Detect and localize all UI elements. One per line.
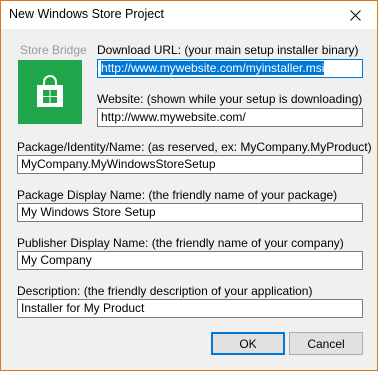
- package-identity-name-value: MyCompany.MyWindowsStoreSetup: [21, 157, 216, 171]
- cancel-button[interactable]: Cancel: [289, 332, 363, 355]
- website-label: Website: (shown while your setup is down…: [97, 92, 363, 106]
- package-identity-name-label: Package/Identity/Name: (as reserved, ex:…: [17, 140, 372, 154]
- website-value: http://www.mywebsite.com/: [101, 110, 246, 124]
- close-button[interactable]: [333, 1, 377, 29]
- description-value: Installer for My Product: [21, 301, 145, 315]
- close-icon: [349, 9, 361, 21]
- package-display-name-value: My Windows Store Setup: [21, 205, 156, 219]
- store-logo-tile: [18, 60, 82, 124]
- ok-button[interactable]: OK: [211, 332, 285, 355]
- description-label: Description: (the friendly description o…: [17, 284, 313, 298]
- download-url-input[interactable]: http://www.mywebsite.com/myinstaller.msi: [97, 59, 363, 78]
- download-url-label: Download URL: (your main setup installer…: [97, 43, 359, 57]
- dialog-window: New Windows Store Project Store Bridge D…: [0, 0, 378, 371]
- package-display-name-label: Package Display Name: (the friendly name…: [17, 188, 338, 202]
- package-display-name-input[interactable]: My Windows Store Setup: [17, 203, 363, 222]
- description-input[interactable]: Installer for My Product: [17, 299, 363, 318]
- download-url-value: http://www.mywebsite.com/myinstaller.msi: [101, 61, 325, 75]
- title-bar[interactable]: New Windows Store Project: [1, 1, 377, 29]
- dialog-content: Store Bridge Download URL: (your main se…: [1, 29, 377, 370]
- shopping-bag-windows-icon: [37, 75, 63, 107]
- website-input[interactable]: http://www.mywebsite.com/: [97, 108, 363, 127]
- publisher-display-name-label: Publisher Display Name: (the friendly na…: [17, 236, 344, 250]
- window-title: New Windows Store Project: [9, 7, 164, 21]
- publisher-display-name-value: My Company: [21, 253, 92, 267]
- package-identity-name-input[interactable]: MyCompany.MyWindowsStoreSetup: [17, 155, 363, 174]
- logo-caption: Store Bridge: [20, 43, 87, 57]
- publisher-display-name-input[interactable]: My Company: [17, 251, 363, 270]
